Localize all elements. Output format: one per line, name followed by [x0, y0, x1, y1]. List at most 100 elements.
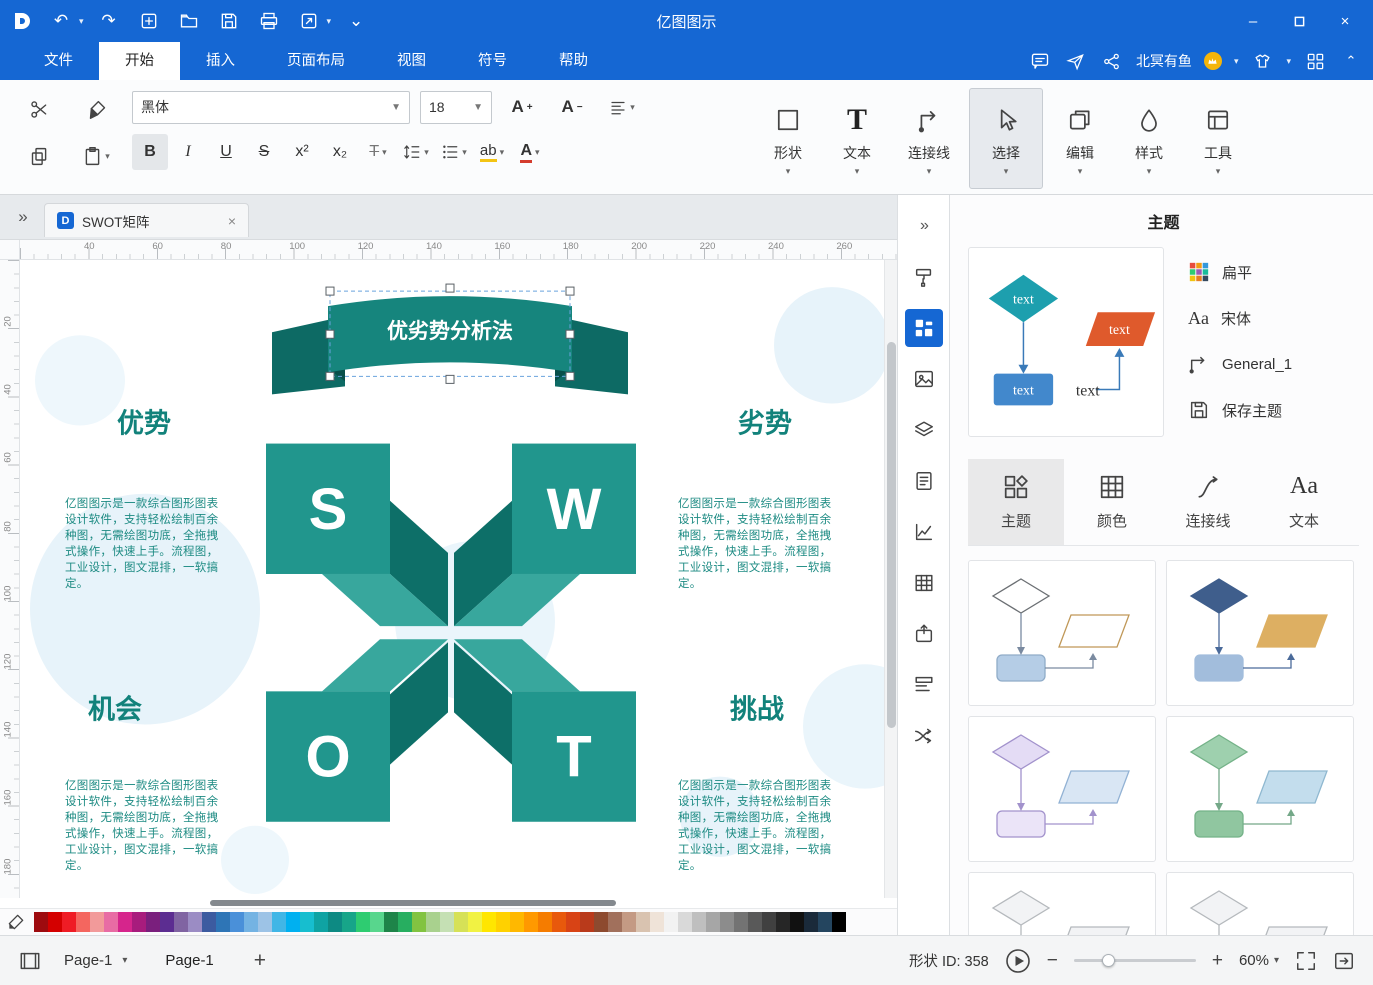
horizontal-scrollbar[interactable]: [0, 898, 897, 908]
collapse-ribbon-icon[interactable]: ⌃: [1339, 49, 1363, 73]
color-swatch[interactable]: [160, 912, 174, 932]
color-swatch[interactable]: [734, 912, 748, 932]
color-swatch[interactable]: [776, 912, 790, 932]
strikethrough-button[interactable]: S: [246, 134, 282, 170]
fullscreen-button[interactable]: [1295, 950, 1317, 972]
page-dropdown[interactable]: Page-1 ▾: [56, 948, 135, 973]
panel-tab-connector[interactable]: 连接线: [1160, 459, 1256, 545]
cut-button[interactable]: [18, 91, 60, 127]
description-strengths[interactable]: 亿图图示是一款综合图形图表 设计软件，支持轻松绘制百余 种图，无需绘图功底，全拖…: [65, 496, 243, 593]
vip-crown-icon[interactable]: [1204, 52, 1222, 70]
color-swatch[interactable]: [412, 912, 426, 932]
color-swatch[interactable]: [132, 912, 146, 932]
image-panel-icon[interactable]: [905, 360, 943, 398]
color-swatch[interactable]: [62, 912, 76, 932]
menu-tab-help[interactable]: 帮助: [533, 42, 614, 80]
font-family-select[interactable]: 黑体 ▼: [132, 91, 410, 124]
panel-tab-theme[interactable]: 主题: [968, 459, 1064, 545]
description-threats[interactable]: 亿图图示是一款综合图形图表 设计软件，支持轻松绘制百余 种图，无需绘图功底，全拖…: [678, 778, 856, 875]
color-swatch[interactable]: [678, 912, 692, 932]
send-icon[interactable]: [1064, 49, 1088, 73]
color-swatch[interactable]: [90, 912, 104, 932]
quadrant-label-weaknesses[interactable]: 劣势: [738, 409, 792, 439]
swot-shape-s[interactable]: S: [266, 444, 448, 627]
select-tool-button[interactable]: 选择 ▾: [969, 88, 1043, 189]
username[interactable]: 北冥有鱼: [1136, 51, 1192, 71]
highlight-button[interactable]: ab▾: [474, 134, 510, 170]
color-swatch[interactable]: [440, 912, 454, 932]
outline-panel-icon[interactable]: [905, 666, 943, 704]
chart-panel-icon[interactable]: [905, 513, 943, 551]
color-swatch[interactable]: [650, 912, 664, 932]
tools-button[interactable]: 工具 ▾: [1186, 88, 1250, 189]
undo-caret-icon[interactable]: ▾: [79, 16, 84, 27]
zoom-level[interactable]: 60% ▾: [1239, 952, 1279, 969]
color-swatch[interactable]: [258, 912, 272, 932]
color-swatch[interactable]: [48, 912, 62, 932]
page-overview-icon[interactable]: [18, 950, 42, 972]
color-swatch[interactable]: [762, 912, 776, 932]
palette-icon[interactable]: [6, 912, 26, 932]
swot-shape-w[interactable]: W: [454, 444, 636, 627]
zoom-out-button[interactable]: −: [1047, 950, 1058, 972]
theme-thumbnail[interactable]: [968, 872, 1156, 935]
connector-tool-button[interactable]: 连接线 ▾: [894, 88, 964, 189]
color-swatch[interactable]: [174, 912, 188, 932]
color-swatch[interactable]: [510, 912, 524, 932]
color-swatch[interactable]: [384, 912, 398, 932]
color-swatch[interactable]: [34, 912, 48, 932]
text-tool-button[interactable]: T 文本 ▾: [825, 88, 889, 189]
align-button[interactable]: ▾: [602, 90, 642, 124]
color-swatch[interactable]: [104, 912, 118, 932]
expand-left-panel-button[interactable]: »: [0, 207, 44, 227]
copy-button[interactable]: [18, 138, 60, 174]
color-swatch[interactable]: [272, 912, 286, 932]
menu-tab-page-layout[interactable]: 页面布局: [261, 42, 371, 80]
quadrant-label-strengths[interactable]: 优势: [117, 409, 171, 439]
quadrant-label-threats[interactable]: 挑战: [730, 694, 784, 724]
zoom-in-button[interactable]: +: [1212, 950, 1223, 972]
color-swatch[interactable]: [426, 912, 440, 932]
color-swatch[interactable]: [804, 912, 818, 932]
drawing-canvas[interactable]: 优劣势分析法 优势 劣势 机会 挑战: [20, 260, 884, 898]
color-swatch[interactable]: [566, 912, 580, 932]
panel-tab-text[interactable]: Aa 文本: [1256, 459, 1352, 545]
color-swatch[interactable]: [244, 912, 258, 932]
minimize-button[interactable]: –: [1233, 6, 1273, 36]
theme-panel-icon[interactable]: [905, 309, 943, 347]
color-swatch[interactable]: [468, 912, 482, 932]
color-swatch[interactable]: [790, 912, 804, 932]
bold-button[interactable]: B: [132, 134, 168, 170]
color-swatch[interactable]: [230, 912, 244, 932]
print-button[interactable]: [254, 7, 284, 35]
edit-tool-button[interactable]: 编辑 ▾: [1048, 88, 1112, 189]
quadrant-label-opportunities[interactable]: 机会: [88, 694, 142, 724]
share-icon[interactable]: [1100, 49, 1124, 73]
setting-save-theme[interactable]: 保存主题: [1188, 393, 1359, 427]
open-file-button[interactable]: [174, 7, 204, 35]
feedback-icon[interactable]: [1028, 49, 1052, 73]
export-button[interactable]: [294, 7, 324, 35]
menu-tab-file[interactable]: 文件: [18, 42, 99, 80]
description-weaknesses[interactable]: 亿图图示是一款综合图形图表 设计软件，支持轻松绘制百余 种图，无需绘图功底，全拖…: [678, 496, 856, 593]
color-swatch[interactable]: [328, 912, 342, 932]
superscript-button[interactable]: x²: [284, 134, 320, 170]
color-swatch[interactable]: [664, 912, 678, 932]
color-swatch[interactable]: [524, 912, 538, 932]
color-swatch[interactable]: [146, 912, 160, 932]
route-connector-panel-icon[interactable]: [905, 717, 943, 755]
color-swatch[interactable]: [300, 912, 314, 932]
menu-tab-view[interactable]: 视图: [371, 42, 452, 80]
maximize-button[interactable]: [1279, 6, 1319, 36]
color-swatch[interactable]: [538, 912, 552, 932]
color-swatch[interactable]: [342, 912, 356, 932]
page-tab[interactable]: Page-1: [149, 952, 229, 969]
user-caret-icon[interactable]: ▾: [1234, 56, 1239, 67]
paste-button[interactable]: ▾: [76, 138, 118, 174]
subscript-button[interactable]: x₂: [322, 134, 358, 170]
description-opportunities[interactable]: 亿图图示是一款综合图形图表 设计软件，支持轻松绘制百余 种图，无需绘图功底，全拖…: [65, 778, 243, 875]
add-page-button[interactable]: +: [244, 949, 276, 973]
color-swatch[interactable]: [580, 912, 594, 932]
document-tab-close-icon[interactable]: ×: [228, 213, 236, 229]
bullet-list-button[interactable]: ▾: [436, 134, 472, 170]
